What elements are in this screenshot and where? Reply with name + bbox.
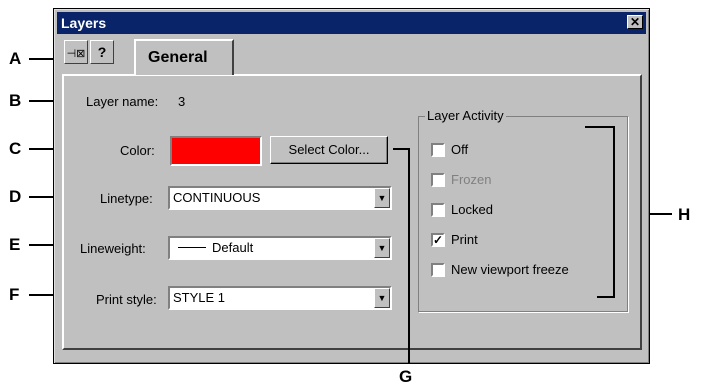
title-bar[interactable]: Layers ✕: [57, 12, 646, 34]
callout-b: B: [9, 91, 22, 110]
lineweight-label: Lineweight:: [80, 241, 146, 256]
lineweight-value: Default: [212, 240, 254, 255]
print-style-label: Print style:: [96, 292, 157, 307]
print-label: Print: [451, 232, 478, 247]
callout-h-bracket-vertical: [613, 126, 615, 298]
layers-dialog: Layers ✕ ⊣⊠ ? General Layer name: 3 Colo…: [53, 8, 650, 364]
frozen-label: Frozen: [451, 172, 492, 187]
lineweight-select[interactable]: Default ▼: [168, 236, 392, 260]
toolbar: ⊣⊠ ?: [64, 40, 116, 64]
print-style-dropdown-arrow[interactable]: ▼: [374, 288, 390, 308]
layer-name-value: 3: [178, 94, 186, 109]
linetype-label: Linetype:: [100, 191, 153, 206]
layer-activity-group: Layer Activity Off Frozen Locked ✓ Print…: [418, 108, 628, 312]
print-style-value: STYLE 1: [173, 290, 226, 305]
pin-icon: ⊣⊠: [66, 48, 86, 60]
print-style-select[interactable]: STYLE 1 ▼: [168, 286, 392, 310]
close-icon: ✕: [629, 15, 641, 29]
linetype-value: CONTINUOUS: [173, 190, 261, 205]
checkmark-icon: ✓: [433, 233, 444, 247]
help-icon: ?: [97, 44, 107, 60]
window-title: Layers: [61, 15, 107, 31]
tab-general-label: General: [148, 49, 208, 66]
callout-g: G: [399, 367, 413, 386]
lineweight-dropdown-arrow[interactable]: ▼: [374, 238, 390, 258]
callout-d: D: [9, 187, 22, 206]
new-viewport-freeze-checkbox[interactable]: [431, 263, 445, 277]
linetype-dropdown-arrow[interactable]: ▼: [374, 188, 390, 208]
new-viewport-freeze-label: New viewport freeze: [451, 262, 569, 277]
tab-general[interactable]: General: [134, 39, 234, 75]
select-color-button[interactable]: Select Color...: [270, 136, 388, 164]
layer-activity-title: Layer Activity: [425, 108, 506, 123]
callout-c: C: [9, 139, 22, 158]
pin-button[interactable]: ⊣⊠: [64, 40, 88, 64]
help-button[interactable]: ?: [90, 40, 114, 64]
off-checkbox[interactable]: [431, 143, 445, 157]
callout-e: E: [9, 235, 21, 254]
close-button[interactable]: ✕: [627, 15, 643, 29]
callout-a: A: [9, 49, 22, 68]
color-label: Color:: [120, 143, 155, 158]
color-swatch[interactable]: [170, 136, 262, 166]
select-color-button-label: Select Color...: [288, 142, 370, 157]
frozen-checkbox: [431, 173, 445, 187]
general-panel: Layer name: 3 Color: Select Color... Lin…: [62, 74, 642, 350]
linetype-select[interactable]: CONTINUOUS ▼: [168, 186, 392, 210]
off-label: Off: [451, 142, 469, 157]
locked-label: Locked: [451, 202, 493, 217]
lineweight-sample-line: [178, 247, 206, 248]
callout-h-bracket-bottom: [597, 296, 615, 298]
callout-h: H: [678, 205, 691, 224]
callout-f: F: [9, 285, 20, 304]
print-checkbox[interactable]: ✓: [431, 233, 445, 247]
callout-g-line-vertical: [408, 148, 410, 364]
locked-checkbox[interactable]: [431, 203, 445, 217]
callout-h-bracket-top: [585, 126, 615, 128]
layer-name-label: Layer name:: [86, 94, 159, 109]
